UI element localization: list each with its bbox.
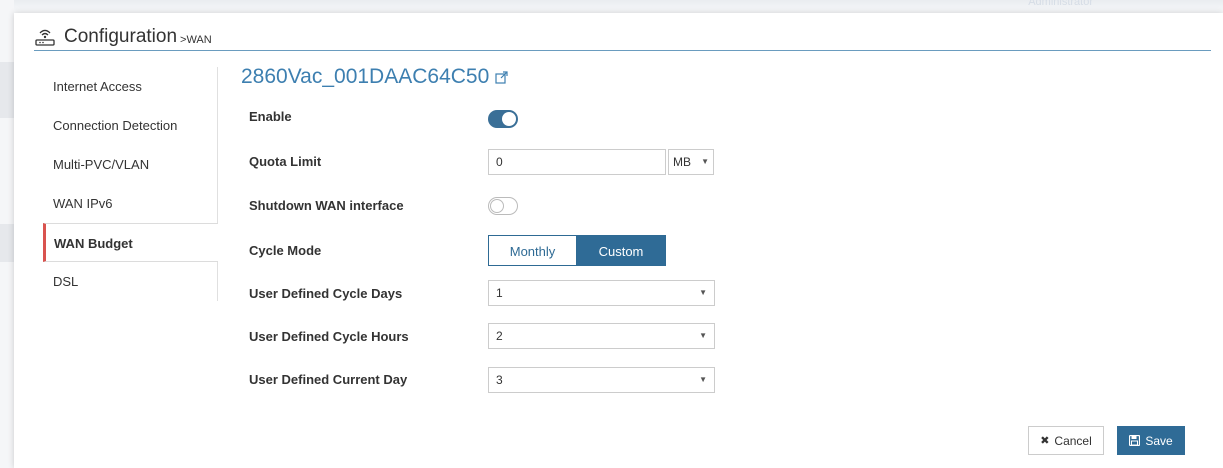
- chevron-down-icon: ▼: [699, 288, 707, 297]
- save-button[interactable]: Save: [1117, 426, 1185, 455]
- cycle-mode-custom[interactable]: Custom: [577, 235, 666, 266]
- wan-config-panel: Configuration >WAN Internet Access Conne…: [14, 13, 1223, 468]
- floppy-disk-icon: [1129, 435, 1141, 446]
- chevron-down-icon: ▼: [699, 375, 707, 384]
- sidebar-nav: Internet Access Connection Detection Mul…: [43, 67, 218, 301]
- quota-unit-value: MB: [673, 155, 691, 169]
- enable-toggle[interactable]: [488, 110, 518, 128]
- save-button-label: Save: [1145, 433, 1173, 448]
- faint-header-text: Administrator: [1028, 0, 1093, 8]
- cycle-days-label: User Defined Cycle Days: [249, 286, 403, 301]
- cycle-days-select[interactable]: 1 ▼: [488, 280, 715, 306]
- left-frame-strip: [0, 0, 14, 468]
- header-divider: [34, 50, 1211, 51]
- current-day-label: User Defined Current Day: [249, 372, 408, 387]
- sidebar-item-dsl[interactable]: DSL: [43, 262, 218, 301]
- quota-unit-select[interactable]: MB ▼: [668, 149, 714, 175]
- shutdown-wan-toggle[interactable]: [488, 197, 518, 215]
- current-day-value: 3: [496, 373, 503, 387]
- router-icon: [35, 29, 55, 46]
- toggle-knob: [490, 199, 504, 213]
- cycle-mode-monthly[interactable]: Monthly: [488, 235, 577, 266]
- toggle-knob: [502, 112, 516, 126]
- cycle-hours-label: User Defined Cycle Hours: [249, 329, 409, 344]
- page-title: Configuration: [64, 26, 178, 47]
- cycle-mode-selector: Monthly Custom: [488, 235, 666, 266]
- quota-limit-label: Quota Limit: [249, 154, 322, 169]
- sidebar-item-multi-pvc-vlan[interactable]: Multi-PVC/VLAN: [43, 145, 218, 184]
- cancel-button[interactable]: ✖ Cancel: [1028, 426, 1104, 455]
- left-frame-tab: [0, 62, 14, 118]
- chevron-down-icon: ▼: [701, 157, 709, 166]
- top-frame-strip: Administrator: [14, 0, 1223, 13]
- sidebar-item-internet-access[interactable]: Internet Access: [43, 67, 218, 106]
- sidebar-item-wan-ipv6[interactable]: WAN IPv6: [43, 184, 218, 223]
- breadcrumb: >WAN: [180, 33, 212, 46]
- cycle-mode-label: Cycle Mode: [249, 243, 322, 258]
- close-icon: ✖: [1040, 435, 1050, 447]
- sidebar-item-connection-detection[interactable]: Connection Detection: [43, 106, 218, 145]
- quota-limit-input[interactable]: 0: [488, 149, 666, 175]
- cycle-hours-value: 2: [496, 329, 503, 343]
- page-header: Configuration >WAN: [34, 23, 212, 51]
- device-name-heading: 2860Vac_001DAAC64C50: [241, 65, 508, 89]
- left-frame-tab: [0, 224, 14, 262]
- current-day-select[interactable]: 3 ▼: [488, 367, 715, 393]
- shutdown-wan-label: Shutdown WAN interface: [249, 198, 404, 213]
- external-link-icon[interactable]: [495, 70, 508, 84]
- chevron-down-icon: ▼: [699, 331, 707, 340]
- enable-label: Enable: [249, 109, 292, 124]
- cycle-days-value: 1: [496, 286, 503, 300]
- cancel-button-label: Cancel: [1054, 433, 1092, 448]
- cycle-hours-select[interactable]: 2 ▼: [488, 323, 715, 349]
- device-name: 2860Vac_001DAAC64C50: [241, 65, 490, 88]
- sidebar-item-wan-budget[interactable]: WAN Budget: [43, 223, 218, 262]
